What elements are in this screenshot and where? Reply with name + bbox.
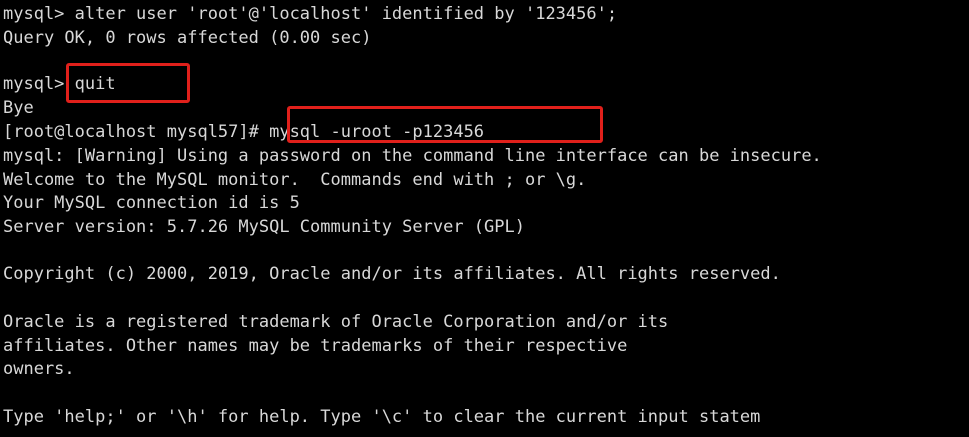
terminal-line-connection-id: Your MySQL connection id is 5 — [3, 193, 300, 213]
terminal-line-trademark-2: affiliates. Other names may be trademark… — [3, 336, 628, 356]
terminal-line-help: Type 'help;' or '\h' for help. Type '\c'… — [3, 407, 761, 427]
terminal-line-bye: Bye — [3, 98, 34, 118]
terminal-line-server-version: Server version: 5.7.26 MySQL Community S… — [3, 217, 525, 237]
terminal-window[interactable]: mysql> alter user 'root'@'localhost' ide… — [0, 0, 969, 437]
terminal-line-trademark-3: owners. — [3, 359, 75, 379]
terminal-line-warning: mysql: [Warning] Using a password on the… — [3, 146, 822, 166]
terminal-line-trademark-1: Oracle is a registered trademark of Orac… — [3, 312, 669, 332]
terminal-line-alter-user: mysql> alter user 'root'@'localhost' ide… — [3, 4, 618, 24]
terminal-line-login-command: [root@localhost mysql57]# mysql -uroot -… — [3, 122, 485, 142]
terminal-line-copyright: Copyright (c) 2000, 2019, Oracle and/or … — [3, 264, 781, 284]
terminal-line-welcome: Welcome to the MySQL monitor. Commands e… — [3, 170, 587, 190]
terminal-line-quit: mysql> quit — [3, 74, 116, 94]
terminal-line-query-ok: Query OK, 0 rows affected (0.00 sec) — [3, 28, 372, 48]
